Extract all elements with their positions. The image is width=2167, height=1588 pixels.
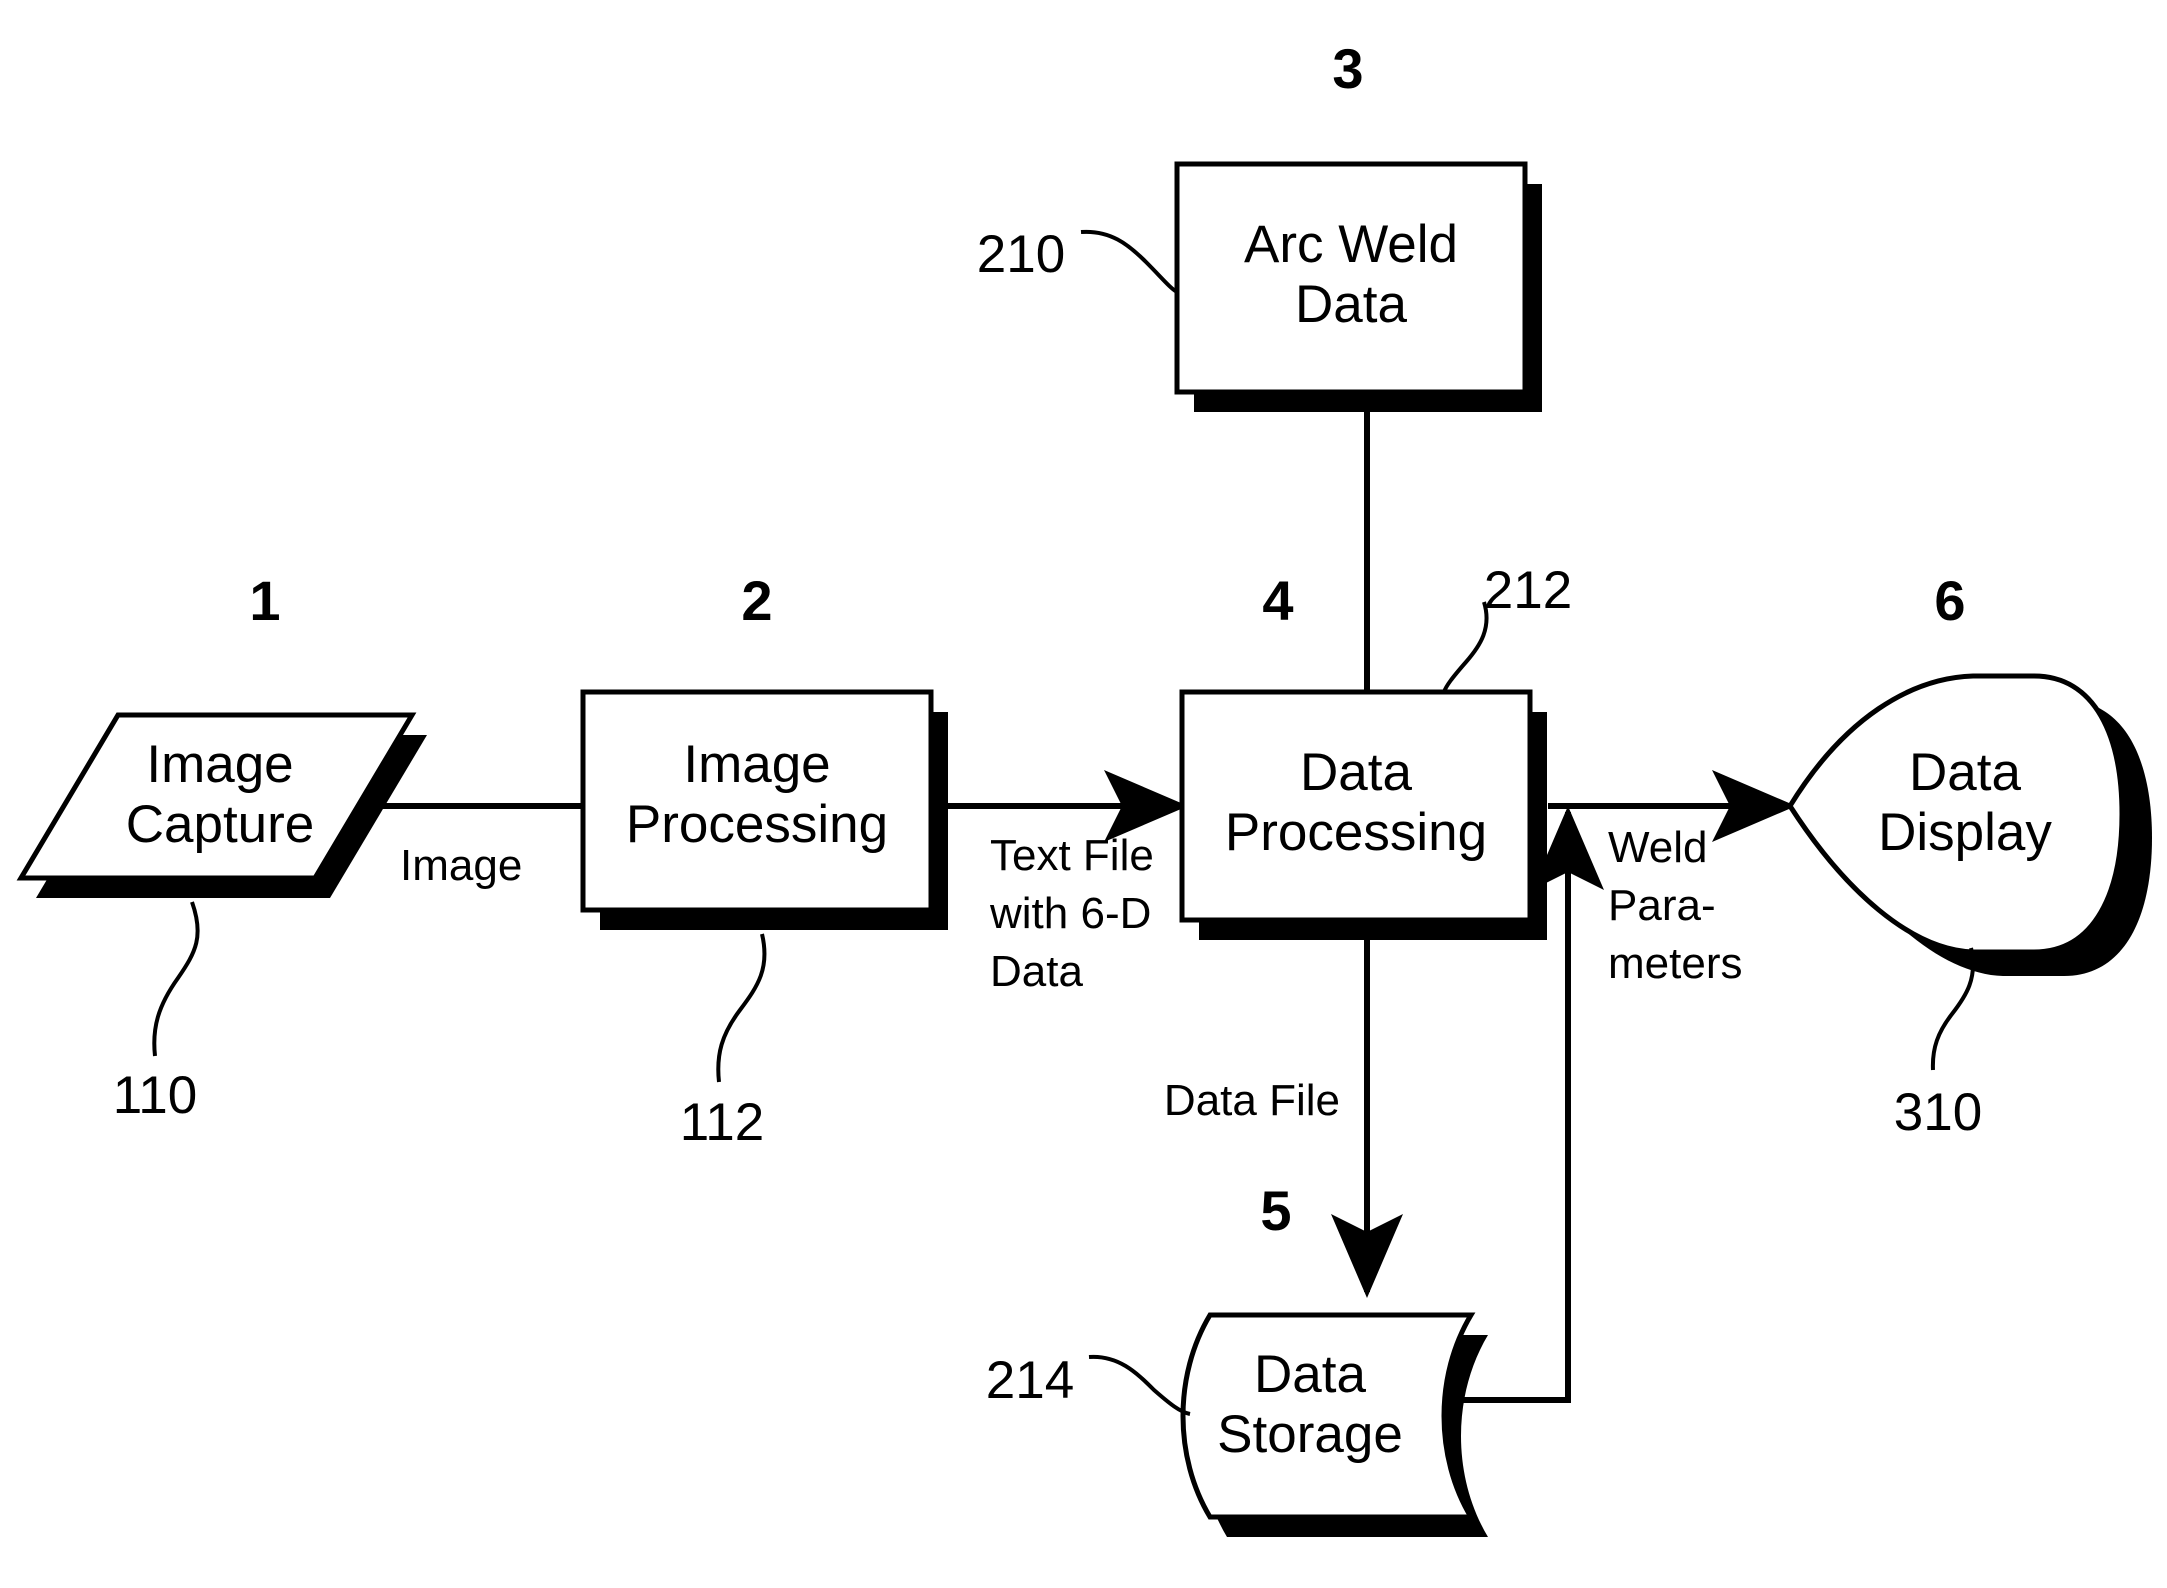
edge-label-weld-parameters-line2: Para- (1608, 881, 1716, 930)
step-number-2: 2 (741, 569, 772, 632)
leader-line-212 (1442, 601, 1489, 693)
step-number-5: 5 (1260, 1179, 1291, 1242)
node-label-arc-weld-data-line1: Arc Weld (1244, 215, 1458, 274)
node-label-image-capture-line1: Image (146, 735, 293, 794)
step-number-1: 1 (249, 569, 280, 632)
step-number-3: 3 (1332, 37, 1363, 100)
node-label-data-processing-line1: Data (1300, 743, 1412, 802)
leader-line-214 (1088, 1354, 1191, 1416)
diagram-canvas: Image Capture Image Processing Arc Weld … (0, 0, 2167, 1588)
edge-label-text-file-line2: with 6-D (989, 889, 1151, 938)
edge-label-weld-parameters-line1: Weld (1608, 823, 1707, 872)
node-label-data-storage-line1: Data (1254, 1345, 1366, 1404)
leader-line-110 (152, 901, 200, 1057)
reference-number-210: 210 (977, 225, 1065, 284)
node-label-data-processing-line2: Processing (1225, 803, 1487, 862)
node-label-image-capture-line2: Capture (126, 795, 315, 854)
reference-number-112: 112 (680, 1093, 765, 1152)
node-label-data-storage-line2: Storage (1217, 1405, 1403, 1464)
flow-diagram: Image Capture Image Processing Arc Weld … (16, 37, 2152, 1537)
reference-number-214: 214 (986, 1351, 1074, 1410)
reference-number-212: 212 (1484, 561, 1572, 620)
edge-label-data-file: Data File (1164, 1076, 1340, 1125)
edge-label-weld-parameters-line3: meters (1608, 939, 1742, 988)
edge-label-image: Image (400, 841, 522, 890)
node-label-image-processing-line1: Image (683, 735, 830, 794)
node-label-arc-weld-data-line2: Data (1295, 275, 1407, 334)
leader-line-112 (716, 933, 767, 1083)
node-label-image-processing-line2: Processing (626, 795, 888, 854)
leader-line-210 (1080, 229, 1179, 294)
step-number-4: 4 (1262, 569, 1293, 632)
step-number-6: 6 (1934, 569, 1965, 632)
edge-label-text-file-line1: Text File (990, 831, 1154, 880)
edge-label-text-file-line3: Data (990, 947, 1083, 996)
node-label-data-display-line2: Display (1878, 803, 2052, 862)
node-label-data-display-line1: Data (1909, 743, 2021, 802)
reference-number-310: 310 (1894, 1083, 1982, 1142)
reference-number-110: 110 (113, 1066, 198, 1125)
